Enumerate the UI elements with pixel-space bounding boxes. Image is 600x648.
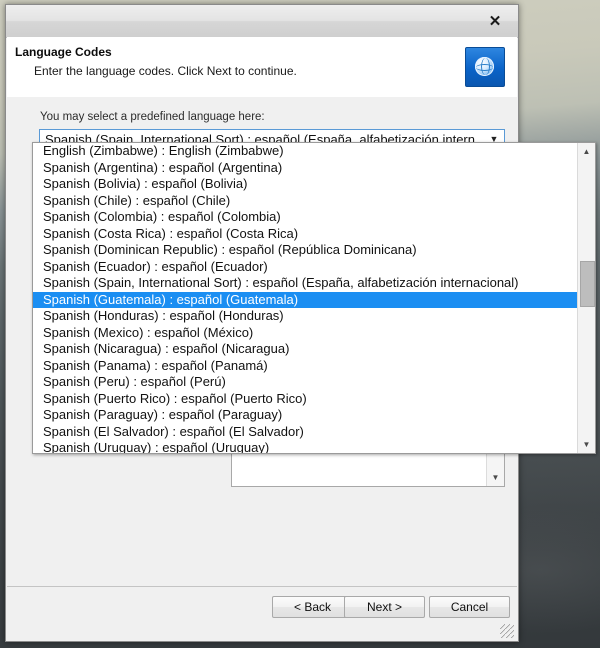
language-prompt-label: You may select a predefined language her… bbox=[40, 111, 265, 123]
language-option[interactable]: Spanish (Spain, International Sort) : es… bbox=[33, 275, 579, 292]
language-option[interactable]: Spanish (Panama) : español (Panamá) bbox=[33, 358, 579, 375]
scrollbar-thumb[interactable] bbox=[580, 261, 595, 307]
language-option[interactable]: Spanish (Ecuador) : español (Ecuador) bbox=[33, 259, 579, 276]
language-option[interactable]: Spanish (Paraguay) : español (Paraguay) bbox=[33, 407, 579, 424]
language-option[interactable]: Spanish (Uruguay) : español (Uruguay) bbox=[33, 440, 579, 453]
resize-grip-icon[interactable] bbox=[500, 624, 514, 638]
language-option[interactable]: Spanish (Guatemala) : español (Guatemala… bbox=[33, 291, 579, 308]
language-option[interactable]: Spanish (Puerto Rico) : español (Puerto … bbox=[33, 391, 579, 408]
language-option[interactable]: Spanish (Nicaragua) : español (Nicaragua… bbox=[33, 341, 579, 358]
language-option[interactable]: Spanish (Mexico) : español (México) bbox=[33, 325, 579, 342]
dialog-footer: < Back Next > Cancel bbox=[7, 586, 517, 640]
language-option[interactable]: Spanish (Dominican Republic) : español (… bbox=[33, 242, 579, 259]
language-option[interactable]: Spanish (Chile) : español (Chile) bbox=[33, 193, 579, 210]
next-button[interactable]: Next > bbox=[344, 596, 425, 618]
scroll-down-icon[interactable]: ▼ bbox=[487, 469, 504, 486]
scroll-down-icon[interactable]: ▼ bbox=[578, 436, 595, 453]
language-option[interactable]: Spanish (El Salvador) : español (El Salv… bbox=[33, 424, 579, 441]
language-option[interactable]: Spanish (Bolivia) : español (Bolivia) bbox=[33, 176, 579, 193]
language-option[interactable]: English (Zimbabwe) : English (Zimbabwe) bbox=[33, 143, 579, 160]
language-dropdown-popup[interactable]: English (Zimbabwe) : English (Zimbabwe) S… bbox=[32, 142, 596, 454]
dropdown-scrollbar[interactable]: ▲ ▼ bbox=[577, 143, 595, 453]
close-icon[interactable]: ✕ bbox=[481, 10, 509, 32]
dialog-titlebar[interactable]: ✕ bbox=[6, 5, 518, 38]
back-button[interactable]: < Back bbox=[272, 596, 353, 618]
globe-glyph bbox=[475, 57, 494, 76]
language-option-list[interactable]: English (Zimbabwe) : English (Zimbabwe) S… bbox=[33, 143, 579, 453]
language-option[interactable]: Spanish (Argentina) : español (Argentina… bbox=[33, 160, 579, 177]
page-title: Language Codes bbox=[15, 45, 112, 59]
language-option[interactable]: Spanish (Honduras) : español (Honduras) bbox=[33, 308, 579, 325]
language-option[interactable]: Spanish (Colombia) : español (Colombia) bbox=[33, 209, 579, 226]
language-option[interactable]: Spanish (Peru) : español (Perú) bbox=[33, 374, 579, 391]
dialog-header: Language Codes Enter the language codes.… bbox=[7, 37, 517, 98]
page-subtitle: Enter the language codes. Click Next to … bbox=[34, 64, 297, 78]
cancel-button[interactable]: Cancel bbox=[429, 596, 510, 618]
language-option[interactable]: Spanish (Costa Rica) : español (Costa Ri… bbox=[33, 226, 579, 243]
scroll-up-icon[interactable]: ▲ bbox=[578, 143, 595, 160]
globe-icon bbox=[465, 47, 505, 87]
